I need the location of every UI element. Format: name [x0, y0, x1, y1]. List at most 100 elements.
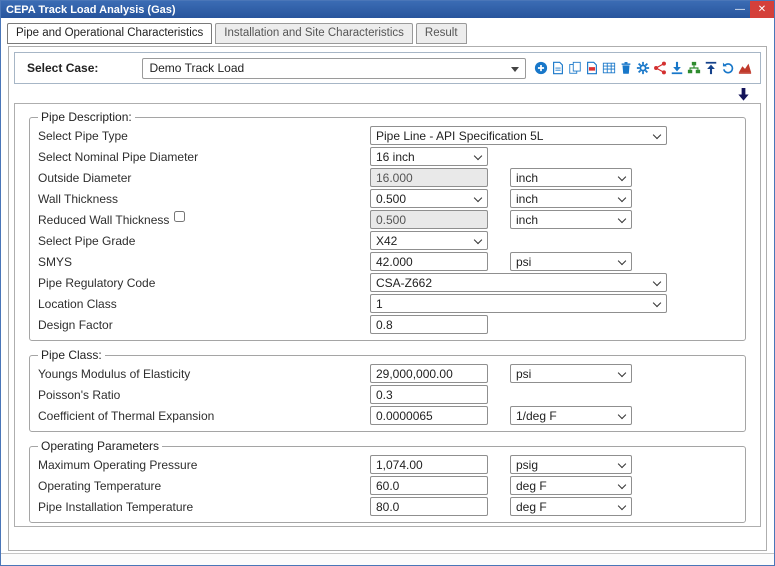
youngs-modulus-unit-value: psi — [516, 366, 532, 381]
chevron-down-icon — [617, 410, 627, 420]
location-class-label: Location Class — [38, 296, 117, 311]
pipe-grade-select[interactable]: X42 — [370, 231, 488, 250]
undo-icon[interactable] — [720, 61, 735, 76]
operating-temp-input[interactable] — [370, 476, 488, 495]
chevron-down-icon — [473, 151, 483, 161]
tree-view-icon[interactable] — [686, 61, 701, 76]
copy-icon[interactable] — [567, 61, 582, 76]
download-icon[interactable] — [669, 61, 684, 76]
youngs-modulus-input[interactable] — [370, 364, 488, 383]
install-temp-unit-select[interactable]: deg F — [510, 497, 632, 516]
reduced-wall-thickness-checkbox[interactable] — [174, 211, 186, 222]
scroll-hint-row — [12, 85, 763, 103]
minimize-button[interactable]: — — [730, 1, 750, 18]
max-pressure-unit-select[interactable]: psig — [510, 455, 632, 474]
tab-pipe-operational[interactable]: Pipe and Operational Characteristics — [7, 23, 213, 44]
form-panel: Pipe Description: Select Pipe Type Pipe … — [14, 103, 761, 527]
title-bar: CEPA Track Load Analysis (Gas) — ✕ — [1, 1, 774, 18]
down-arrow-icon[interactable] — [736, 87, 751, 102]
thermal-expansion-unit-select[interactable]: 1/deg F — [510, 406, 632, 425]
window-title: CEPA Track Load Analysis (Gas) — [6, 3, 176, 16]
pipe-class-legend: Pipe Class: — [41, 348, 102, 362]
chevron-down-icon — [617, 501, 627, 511]
nominal-diameter-select[interactable]: 16 inch — [370, 147, 488, 166]
location-class-row: Location Class 1 — [38, 293, 737, 314]
content-frame: Select Case: Demo Track Load Pipe Descri… — [8, 46, 767, 551]
reduced-wall-thickness-label: Reduced Wall Thickness — [38, 211, 370, 228]
outside-diameter-label: Outside Diameter — [38, 170, 132, 185]
location-class-value: 1 — [376, 296, 383, 311]
tab-installation-site[interactable]: Installation and Site Characteristics — [215, 23, 413, 44]
case-selection-bar: Select Case: Demo Track Load — [14, 52, 761, 84]
install-temp-unit-value: deg F — [516, 499, 547, 514]
design-factor-label: Design Factor — [38, 317, 113, 332]
poissons-ratio-row: Poisson's Ratio — [38, 384, 737, 405]
design-factor-row: Design Factor — [38, 314, 737, 335]
smys-unit-select[interactable]: psi — [510, 252, 632, 271]
upload-icon[interactable] — [703, 61, 718, 76]
reduced-wall-thickness-unit-value: inch — [516, 212, 539, 227]
pipe-type-value: Pipe Line - API Specification 5L — [376, 128, 544, 143]
regulatory-code-label: Pipe Regulatory Code — [38, 275, 156, 290]
operating-parameters-section: Operating Parameters Maximum Operating P… — [29, 439, 746, 523]
settings-gear-icon[interactable] — [635, 61, 650, 76]
regulatory-code-select[interactable]: CSA-Z662 — [370, 273, 667, 292]
operating-temp-unit-value: deg F — [516, 478, 547, 493]
install-temp-label: Pipe Installation Temperature — [38, 499, 194, 514]
pipe-description-legend: Pipe Description: — [41, 110, 132, 124]
app-window: CEPA Track Load Analysis (Gas) — ✕ Pipe … — [0, 0, 775, 566]
pipe-grade-label: Select Pipe Grade — [38, 233, 136, 248]
chevron-down-icon — [617, 256, 627, 266]
operating-parameters-legend: Operating Parameters — [41, 439, 160, 453]
outside-diameter-unit-select[interactable]: inch — [510, 168, 632, 187]
pipe-type-select[interactable]: Pipe Line - API Specification 5L — [370, 126, 667, 145]
thermal-expansion-input[interactable] — [370, 406, 488, 425]
smys-unit-value: psi — [516, 254, 532, 269]
chevron-down-icon — [617, 459, 627, 469]
save-icon[interactable] — [550, 61, 565, 76]
install-temp-input[interactable] — [370, 497, 488, 516]
smys-input[interactable] — [370, 252, 488, 271]
max-pressure-input[interactable] — [370, 455, 488, 474]
max-pressure-unit-value: psig — [516, 457, 539, 472]
chevron-down-icon — [617, 193, 627, 203]
outside-diameter-row: Outside Diameter inch — [38, 167, 737, 188]
reduced-wall-thickness-row: Reduced Wall Thickness inch — [38, 209, 737, 230]
export-pdf-icon[interactable] — [584, 61, 599, 76]
pipe-class-section: Pipe Class: Youngs Modulus of Elasticity… — [29, 348, 746, 432]
wall-thickness-unit-select[interactable]: inch — [510, 189, 632, 208]
youngs-modulus-unit-select[interactable]: psi — [510, 364, 632, 383]
reduced-wall-thickness-unit-select[interactable]: inch — [510, 210, 632, 229]
poissons-ratio-label: Poisson's Ratio — [38, 387, 121, 402]
operating-temp-row: Operating Temperature deg F — [38, 475, 737, 496]
location-class-select[interactable]: 1 — [370, 294, 667, 313]
case-select[interactable]: Demo Track Load — [142, 57, 526, 79]
poissons-ratio-input[interactable] — [370, 385, 488, 404]
pipe-type-row: Select Pipe Type Pipe Line - API Specifi… — [38, 125, 737, 146]
chevron-down-icon — [617, 368, 627, 378]
smys-label: SMYS — [38, 254, 73, 269]
chevron-down-icon — [617, 214, 627, 224]
operating-temp-label: Operating Temperature — [38, 478, 162, 493]
add-icon[interactable] — [533, 61, 548, 76]
operating-temp-unit-select[interactable]: deg F — [510, 476, 632, 495]
chart-icon[interactable] — [737, 61, 752, 76]
pipe-grade-row: Select Pipe Grade X42 — [38, 230, 737, 251]
delete-icon[interactable] — [618, 61, 633, 76]
close-button[interactable]: ✕ — [750, 1, 774, 18]
wall-thickness-row: Wall Thickness 0.500 inch — [38, 188, 737, 209]
case-select-value: Demo Track Load — [149, 61, 245, 75]
pipe-type-label: Select Pipe Type — [38, 128, 128, 143]
youngs-modulus-label: Youngs Modulus of Elasticity — [38, 366, 191, 381]
design-factor-input[interactable] — [370, 315, 488, 334]
pipe-description-section: Pipe Description: Select Pipe Type Pipe … — [29, 110, 746, 341]
reduced-wall-thickness-input — [370, 210, 488, 229]
wall-thickness-label: Wall Thickness — [38, 191, 119, 206]
tab-result[interactable]: Result — [415, 23, 467, 44]
wall-thickness-select[interactable]: 0.500 — [370, 189, 488, 208]
outside-diameter-input — [370, 168, 488, 187]
nominal-diameter-value: 16 inch — [376, 149, 415, 164]
table-icon[interactable] — [601, 61, 616, 76]
max-pressure-row: Maximum Operating Pressure psig — [38, 454, 737, 475]
share-icon[interactable] — [652, 61, 667, 76]
